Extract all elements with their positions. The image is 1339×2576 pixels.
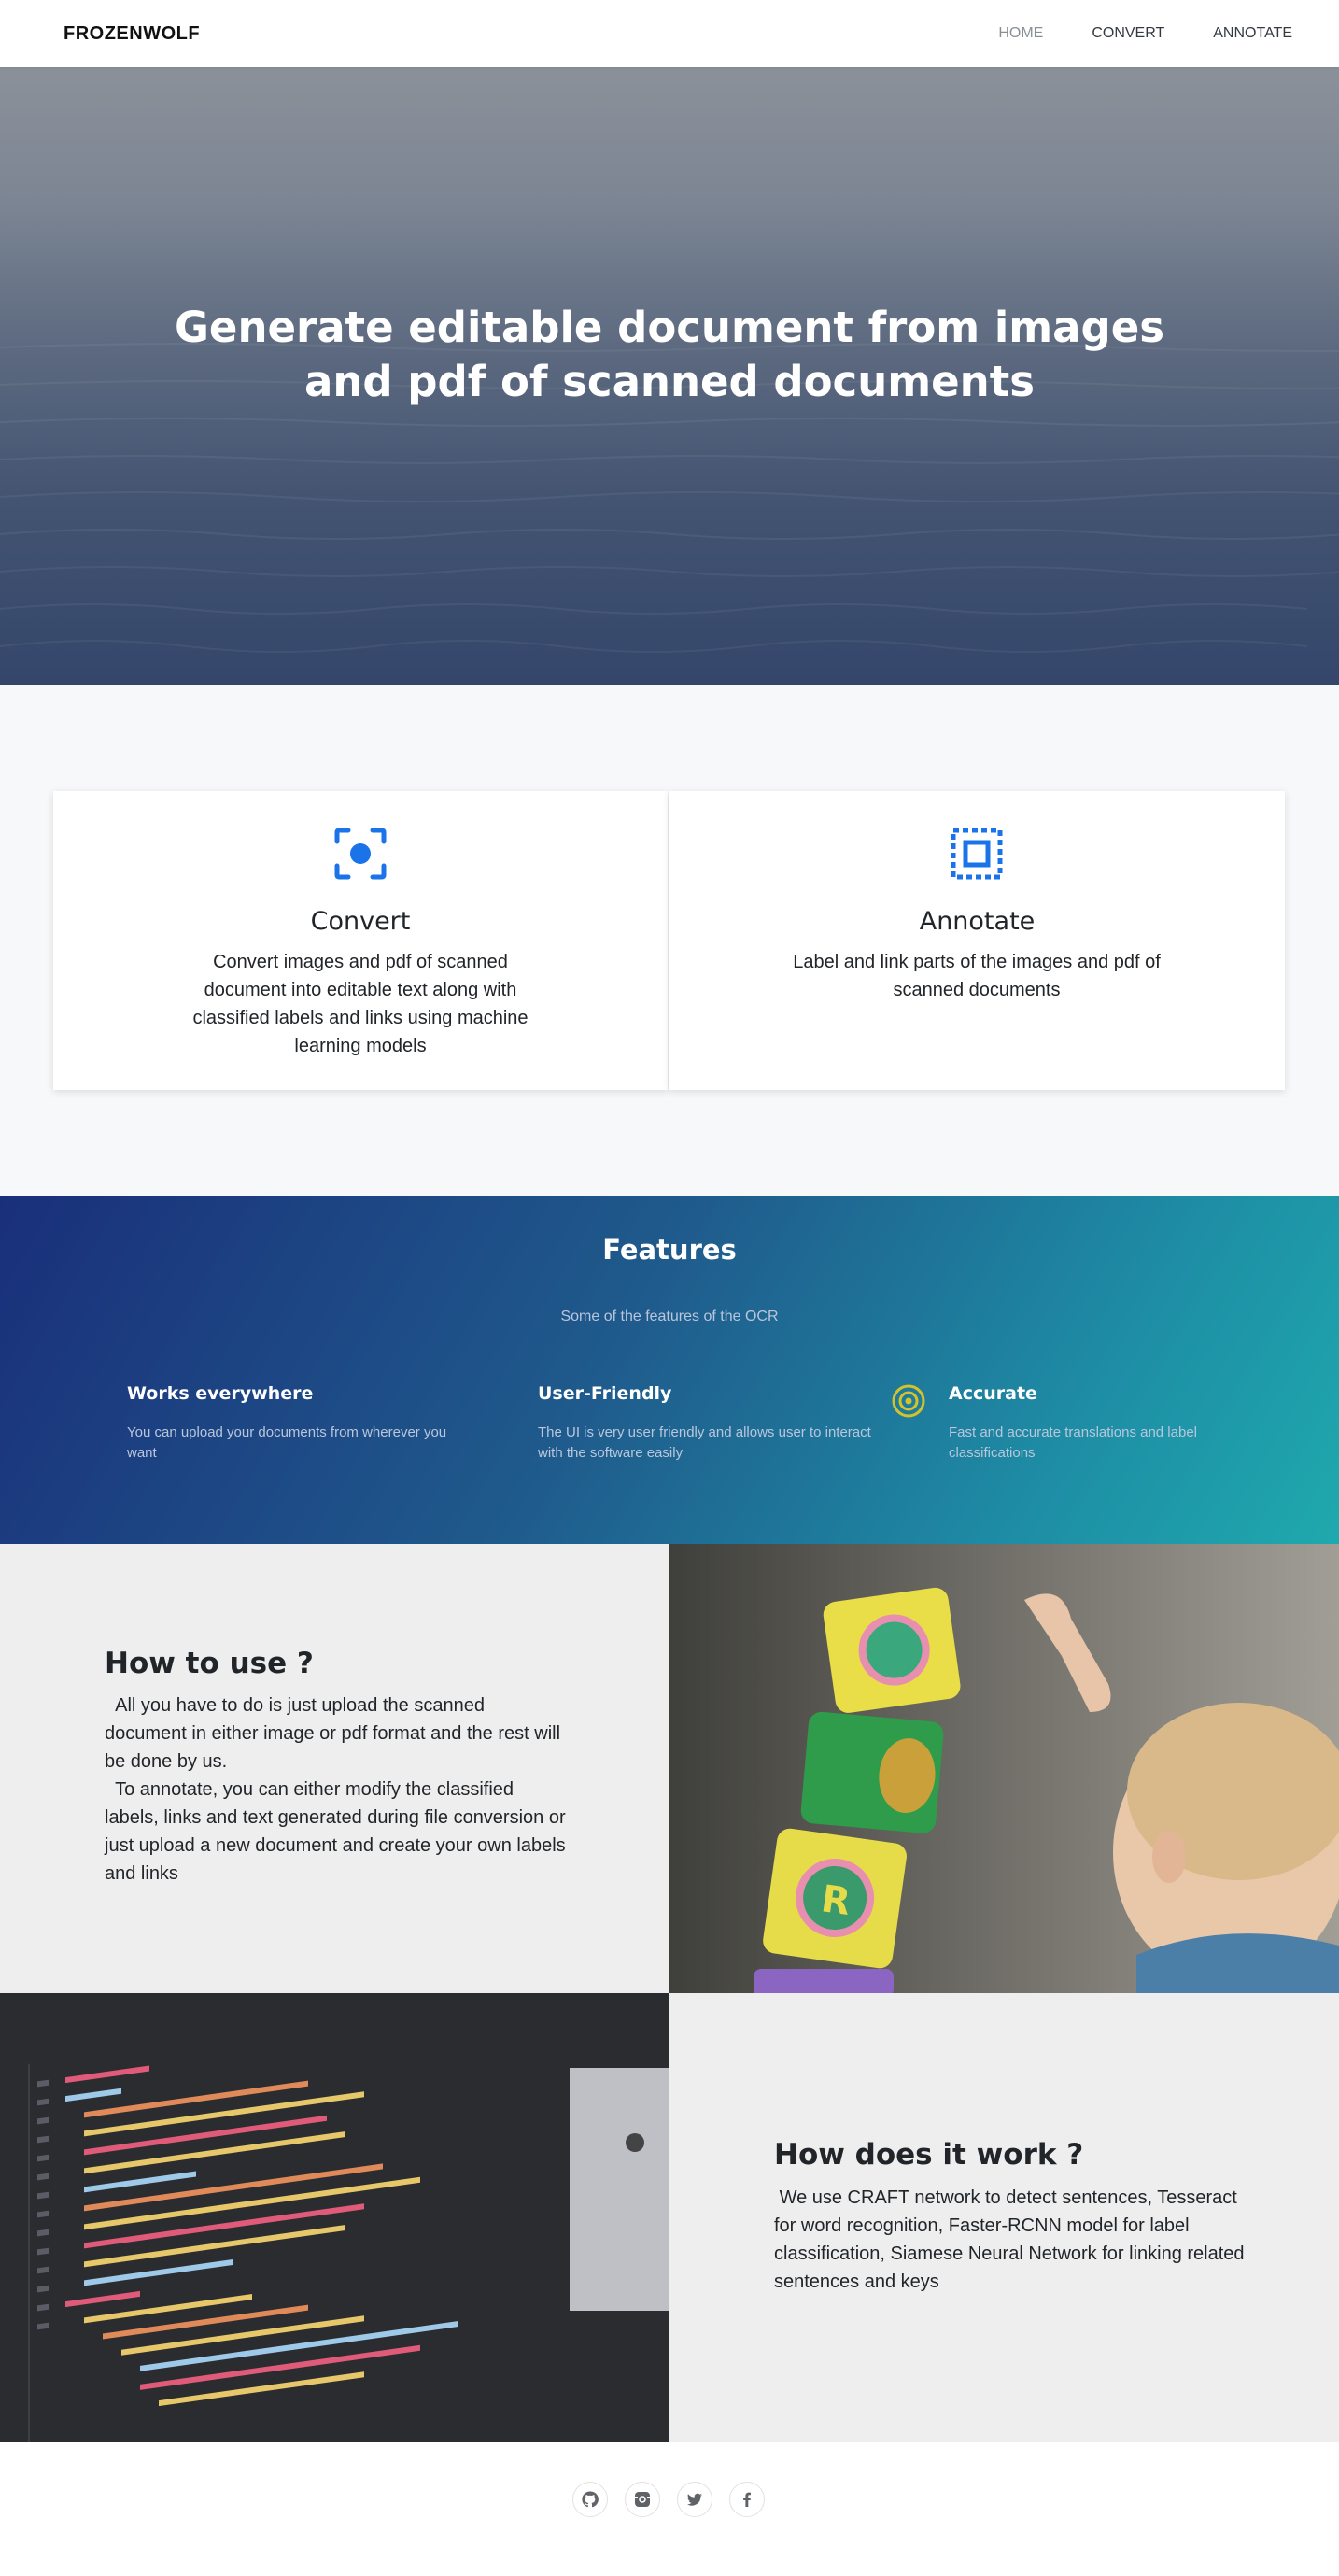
nav-link-home[interactable]: HOME (998, 25, 1043, 42)
hero-banner: Generate editable document from images a… (0, 67, 1339, 685)
how-it-works-text: We use CRAFT network to detect sentences… (774, 2187, 1250, 2292)
feature-works-everywhere: Works everywhere You can upload your doc… (127, 1383, 463, 1464)
feature-text: You can upload your documents from where… (127, 1424, 447, 1461)
hero-title: Generate editable document from images a… (0, 301, 1339, 409)
feature-title: User-Friendly (538, 1383, 672, 1404)
github-icon[interactable] (572, 2482, 608, 2517)
nav-link-convert[interactable]: CONVERT (1092, 25, 1164, 42)
features-section: Features Some of the features of the OCR… (0, 1196, 1339, 1544)
child-blocks-illustration: R (670, 1544, 1339, 1993)
target-icon (892, 1384, 925, 1418)
feature-title: Works everywhere (127, 1383, 314, 1404)
nav-links: HOME CONVERT ANNOTATE (950, 25, 1292, 42)
facebook-icon[interactable] (729, 2482, 765, 2517)
features-subtitle: Some of the features of the OCR (560, 1309, 779, 1324)
how-to-use-paragraph-1: All you have to do is just upload the sc… (105, 1695, 566, 1772)
svg-text:R: R (819, 1877, 853, 1924)
convert-card[interactable]: Convert Convert images and pdf of scanne… (53, 791, 668, 1090)
nav-link-annotate[interactable]: ANNOTATE (1213, 25, 1292, 42)
annotate-card[interactable]: Annotate Label and link parts of the ima… (670, 791, 1285, 1090)
feature-user-friendly: User-Friendly The UI is very user friend… (538, 1383, 874, 1464)
feature-text: The UI is very user friendly and allows … (538, 1424, 871, 1461)
code-screen-illustration (0, 1993, 670, 2442)
features-title: Features (602, 1234, 737, 1266)
feature-title: Accurate (949, 1383, 1037, 1404)
how-it-works-title: How does it work ? (774, 2138, 1084, 2172)
footer (0, 2442, 1339, 2576)
instagram-icon[interactable] (625, 2482, 660, 2517)
how-to-use-section: How to use ? All you have to do is just … (0, 1544, 670, 1993)
navbar: FROZENWOLF HOME CONVERT ANNOTATE (0, 0, 1339, 67)
scan-icon (334, 828, 387, 880)
card-title-convert: Convert (310, 907, 411, 936)
twitter-icon[interactable] (677, 2482, 712, 2517)
card-title-annotate: Annotate (919, 907, 1036, 936)
how-it-works-section: How does it work ? We use CRAFT network … (670, 1993, 1339, 2442)
card-text-convert: Convert images and pdf of scanned docume… (192, 952, 529, 1056)
hero-title-line-1: Generate editable document from images (174, 303, 1165, 352)
how-to-use-paragraph-2: To annotate, you can either modify the c… (105, 1779, 571, 1884)
how-to-use-title: How to use ? (105, 1647, 314, 1680)
feature-text: Fast and accurate translations and label… (949, 1424, 1197, 1461)
code-screen-photo (0, 1993, 670, 2442)
how-to-use-text: All you have to do is just upload the sc… (105, 1691, 571, 1888)
child-blocks-photo: R (670, 1544, 1339, 1993)
services-section: Convert Convert images and pdf of scanne… (0, 685, 1339, 1196)
card-text-annotate: Label and link parts of the images and p… (793, 952, 1161, 1000)
brand-logo[interactable]: FROZENWOLF (63, 23, 200, 45)
select-icon (951, 828, 1003, 880)
feature-accurate: Accurate Fast and accurate translations … (892, 1383, 1285, 1464)
hero-title-line-2: and pdf of scanned documents (304, 357, 1035, 406)
